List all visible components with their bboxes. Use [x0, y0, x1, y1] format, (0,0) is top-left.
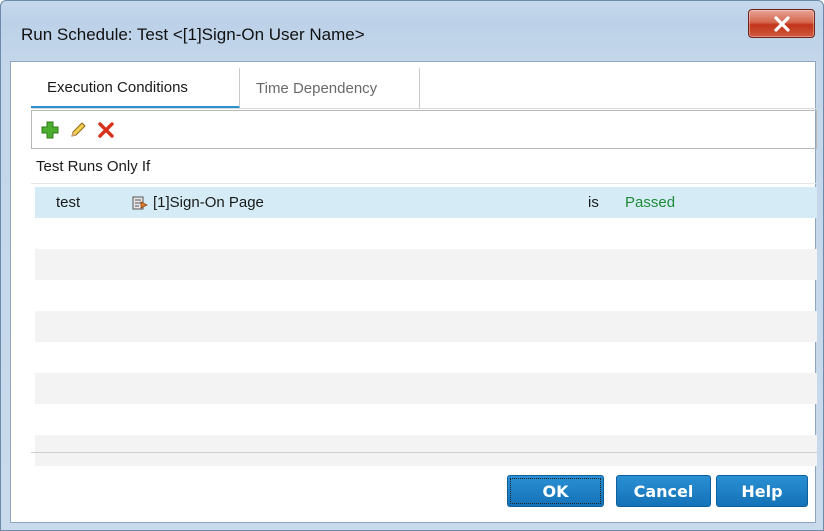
delete-icon: [98, 121, 114, 138]
window-title: Run Schedule: Test <[1]Sign-On User Name…: [21, 25, 365, 44]
test-instance-icon: [132, 196, 148, 209]
dialog-window: Run Schedule: Test <[1]Sign-On User Name…: [0, 0, 824, 531]
close-icon: [773, 15, 790, 32]
conditions-toolbar: [31, 110, 817, 149]
header-divider: [31, 183, 817, 184]
conditions-header: Test Runs Only If: [36, 158, 151, 175]
empty-row: [35, 404, 817, 435]
condition-operator: is: [588, 194, 599, 211]
condition-row[interactable]: test [1]Sign-On Page is Passed: [35, 187, 817, 218]
tab-execution-conditions[interactable]: Execution Conditions: [31, 68, 240, 109]
tab-divider: [31, 108, 817, 109]
empty-row: [35, 342, 817, 373]
condition-page-label: [1]Sign-On Page: [153, 194, 264, 211]
conditions-list: test [1]Sign-On Page is Passed: [35, 187, 817, 466]
empty-row: [35, 249, 817, 280]
edit-icon: [71, 121, 86, 137]
condition-test: test: [56, 194, 81, 211]
tab-bar: Execution Conditions Time Dependency: [31, 68, 420, 109]
add-icon: [41, 121, 59, 138]
delete-condition-button[interactable]: [96, 120, 116, 140]
close-button[interactable]: [748, 9, 815, 38]
condition-page: [1]Sign-On Page: [131, 187, 264, 218]
empty-row: [35, 373, 817, 404]
condition-status: Passed: [625, 194, 676, 211]
edit-condition-button[interactable]: [68, 120, 88, 140]
add-condition-button[interactable]: [40, 120, 60, 140]
help-button[interactable]: Help: [716, 475, 808, 507]
empty-row: [35, 218, 817, 249]
ok-button[interactable]: OK: [507, 475, 604, 507]
dialog-client-area: Execution Conditions Time Dependency Tes…: [10, 61, 817, 523]
footer-divider: [31, 452, 817, 453]
empty-row: [35, 280, 817, 311]
cancel-button[interactable]: Cancel: [616, 475, 711, 507]
tab-time-dependency[interactable]: Time Dependency: [240, 68, 420, 109]
empty-row: [35, 435, 817, 466]
empty-row: [35, 311, 817, 342]
